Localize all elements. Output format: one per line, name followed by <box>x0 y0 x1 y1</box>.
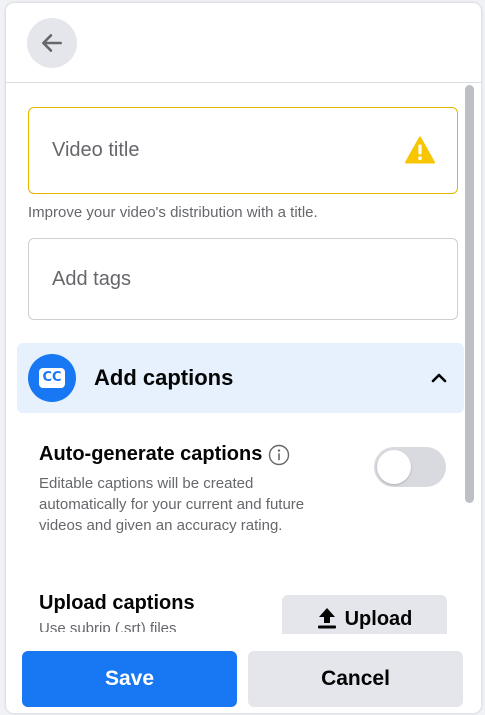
save-button[interactable]: Save <box>22 651 237 707</box>
captions-section-title: Add captions <box>94 365 234 390</box>
upload-captions-title: Upload captions <box>39 592 195 614</box>
edit-video-panel: Video title Improve your video's distrib… <box>6 3 481 713</box>
auto-generate-label: Auto-generate captions <box>39 443 263 465</box>
warning-triangle-icon <box>405 136 435 164</box>
cc-badge-label: CC <box>39 368 65 388</box>
form-scroll-area: Video title Improve your video's distrib… <box>6 84 481 634</box>
upload-captions-button[interactable]: Upload <box>282 595 447 634</box>
tags-placeholder: Add tags <box>52 268 131 290</box>
auto-generate-description: Editable captions will be created automa… <box>39 475 305 534</box>
add-captions-section-toggle[interactable]: CC Add captions <box>17 343 464 413</box>
info-icon[interactable] <box>268 444 290 466</box>
auto-generate-captions-toggle[interactable] <box>374 447 446 487</box>
title-helper-text: Improve your video's distribution with a… <box>28 204 318 221</box>
closed-captions-icon: CC <box>28 354 76 402</box>
back-button[interactable] <box>27 18 77 68</box>
toggle-knob <box>377 450 411 484</box>
video-title-input[interactable]: Video title <box>28 107 458 194</box>
video-title-placeholder: Video title <box>52 139 140 161</box>
chevron-up-icon <box>431 373 447 383</box>
arrow-left-icon <box>42 34 62 52</box>
cancel-button[interactable]: Cancel <box>248 651 463 707</box>
upload-arrow-icon <box>317 608 336 629</box>
upload-captions-description: Use subrip (.srt) files <box>39 620 177 632</box>
scrollbar-thumb[interactable] <box>465 85 474 503</box>
panel-footer: Save Cancel <box>6 635 481 713</box>
auto-generate-captions-title: Auto-generate captions <box>39 443 290 466</box>
tags-input[interactable]: Add tags <box>28 238 458 320</box>
panel-header <box>6 3 481 83</box>
upload-button-label: Upload <box>344 608 413 630</box>
